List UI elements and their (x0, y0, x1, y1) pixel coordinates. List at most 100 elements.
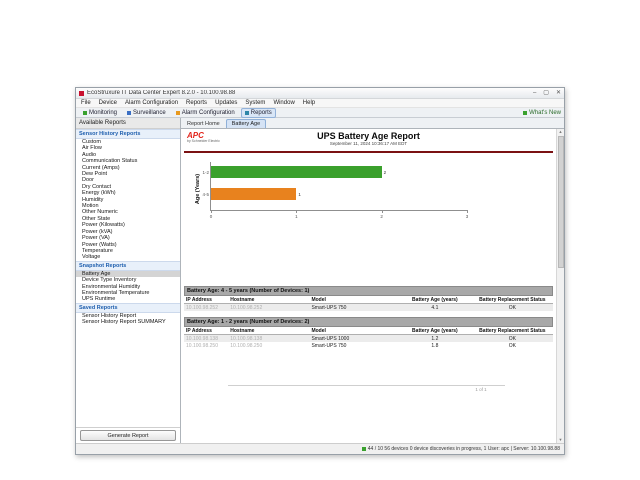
chart-bar-4-5 (211, 188, 296, 200)
column-header-ip-address: IP Address (184, 327, 228, 335)
chart-category-label: 4-5 (195, 192, 209, 197)
chart-value-label: 2 (384, 170, 387, 175)
available-reports-panel: Available Reports Sensor History Reports… (76, 118, 181, 443)
menu-window[interactable]: Window (273, 100, 294, 106)
cell-model: Smart-UPS 1000 (309, 335, 398, 343)
column-header-battery-replacement-status: Battery Replacement Status (472, 327, 553, 335)
menu-system[interactable]: System (245, 100, 265, 106)
perspective-tab-surveillance[interactable]: Surveillance (123, 108, 170, 118)
report-body: APC by Schneider Electric UPS Battery Ag… (181, 129, 564, 443)
report-title: UPS Battery Age Report (184, 132, 553, 141)
cell-ip-address: 10.100.98.250 (184, 342, 228, 349)
cell-battery-replacement-status: OK (472, 342, 553, 349)
sidebar-item-sensor-history-report-summary[interactable]: Sensor History Report SUMMARY (76, 319, 180, 325)
column-header-hostname: Hostname (228, 327, 309, 335)
window-controls: – ▢ ✕ (533, 90, 561, 96)
perspective-tab-reports[interactable]: Reports (241, 108, 276, 118)
chart-y-axis-label: Age (Years) (195, 174, 201, 204)
column-header-model: Model (309, 327, 398, 335)
generate-report-button[interactable]: Generate Report (80, 430, 176, 441)
perspective-tab-alarm-configuration[interactable]: Alarm Configuration (172, 108, 239, 118)
x-axis-tick (211, 210, 212, 213)
whats-new-icon (523, 111, 527, 115)
section-header-sensor-history-reports: Sensor History Reports (76, 129, 180, 139)
report-page: APC by Schneider Electric UPS Battery Ag… (181, 129, 556, 443)
reports-icon (245, 111, 249, 115)
cell-hostname: 10.100.98.250 (228, 342, 309, 349)
table-title: Battery Age: 1 - 2 years (Number of Devi… (184, 317, 553, 327)
x-axis-tick-label: 0 (210, 214, 213, 219)
minimize-icon[interactable]: – (533, 90, 536, 96)
footer-divider (228, 385, 505, 386)
monitoring-icon (83, 111, 87, 115)
x-axis-tick-label: 2 (380, 214, 383, 219)
scroll-up-icon[interactable]: ▲ (559, 129, 563, 135)
menu-reports[interactable]: Reports (186, 100, 207, 106)
table-battery-age-4-5-years-number-of-devices-1: Battery Age: 4 - 5 years (Number of Devi… (184, 286, 553, 311)
device-table: IP AddressHostnameModelBattery Age (year… (184, 296, 553, 311)
close-icon[interactable]: ✕ (556, 90, 561, 96)
tab-report-home[interactable]: Report Home (184, 120, 223, 128)
perspective-label: Monitoring (89, 110, 117, 116)
sidebar-title: Available Reports (76, 118, 180, 129)
chart-plot: 1-224-510123 (210, 162, 467, 211)
alarm-configuration-icon (176, 111, 180, 115)
column-header-battery-replacement-status: Battery Replacement Status (472, 296, 553, 304)
sidebar-list: Sensor History ReportsCustomAir FlowAudi… (76, 129, 180, 428)
cell-battery-replacement-status: OK (472, 304, 553, 312)
apc-logo: APC by Schneider Electric (187, 132, 220, 143)
apc-logo-text: APC (187, 132, 220, 139)
perspective-tab-monitoring[interactable]: Monitoring (79, 108, 121, 118)
report-page-footer: 1 of 1 (184, 385, 553, 386)
maximize-icon[interactable]: ▢ (543, 90, 549, 96)
battery-age-chart: Age (Years) 1-224-510123 (184, 160, 553, 230)
x-axis-tick-label: 3 (466, 214, 469, 219)
menu-alarm-configuration[interactable]: Alarm Configuration (125, 100, 178, 106)
cell-hostname: 10.100.98.252 (228, 304, 309, 312)
status-text: 44 / 10 56 devices 0 device discoveries … (368, 446, 560, 452)
perspective-bar: Monitoring Surveillance Alarm Configuratio… (76, 108, 564, 118)
table-row: 10.100.98.25010.100.98.250Smart-UPS 7501… (184, 342, 553, 349)
window-title: EcoStruxure IT Data Center Expert 8.2.0 … (87, 90, 533, 96)
perspective-label: Reports (251, 110, 272, 116)
chart-category-label: 1-2 (195, 170, 209, 175)
status-ok-icon (362, 447, 366, 451)
table-row: 10.100.98.25210.100.98.252Smart-UPS 7504… (184, 304, 553, 312)
app-icon (79, 91, 84, 96)
section-header-saved-reports: Saved Reports (76, 303, 180, 313)
x-axis-tick (467, 210, 468, 213)
table-header-row: IP AddressHostnameModelBattery Age (year… (184, 327, 553, 335)
menu-device[interactable]: Device (99, 100, 117, 106)
header-rule (184, 151, 553, 153)
report-scrollbar[interactable]: ▲ ▼ (556, 129, 564, 443)
cell-ip-address: 10.100.98.252 (184, 304, 228, 312)
tab-battery-age[interactable]: Battery Age (226, 119, 266, 128)
device-table: IP AddressHostnameModelBattery Age (year… (184, 327, 553, 349)
whats-new-link[interactable]: What's New (523, 110, 561, 116)
scrollbar-thumb[interactable] (558, 136, 564, 268)
title-bar: EcoStruxure IT Data Center Expert 8.2.0 … (76, 88, 564, 99)
cell-model: Smart-UPS 750 (309, 342, 398, 349)
report-timestamp: September 11, 2024 10:36:17 AM EDT (184, 141, 553, 146)
column-header-ip-address: IP Address (184, 296, 228, 304)
perspective-label: Alarm Configuration (182, 110, 235, 116)
whats-new-label: What's New (529, 110, 561, 116)
status-bar: 44 / 10 56 devices 0 device discoveries … (76, 443, 564, 454)
main-area: Available Reports Sensor History Reports… (76, 118, 564, 443)
x-axis-tick (296, 210, 297, 213)
chart-value-label: 1 (298, 192, 301, 197)
menu-file[interactable]: File (81, 100, 91, 106)
column-header-model: Model (309, 296, 398, 304)
report-header: APC by Schneider Electric UPS Battery Ag… (184, 132, 553, 149)
menu-updates[interactable]: Updates (215, 100, 237, 106)
cell-ip-address: 10.100.98.138 (184, 335, 228, 343)
cell-battery-age-years: 1.8 (398, 342, 472, 349)
page-indicator: 1 of 1 (475, 387, 486, 392)
chart-bar-1-2 (211, 166, 382, 178)
scroll-down-icon[interactable]: ▼ (559, 437, 563, 443)
cell-battery-age-years: 1.2 (398, 335, 472, 343)
table-header-row: IP AddressHostnameModelBattery Age (year… (184, 296, 553, 304)
column-header-battery-age-years: Battery Age (years) (398, 296, 472, 304)
menu-help[interactable]: Help (303, 100, 315, 106)
perspective-label: Surveillance (133, 110, 166, 116)
